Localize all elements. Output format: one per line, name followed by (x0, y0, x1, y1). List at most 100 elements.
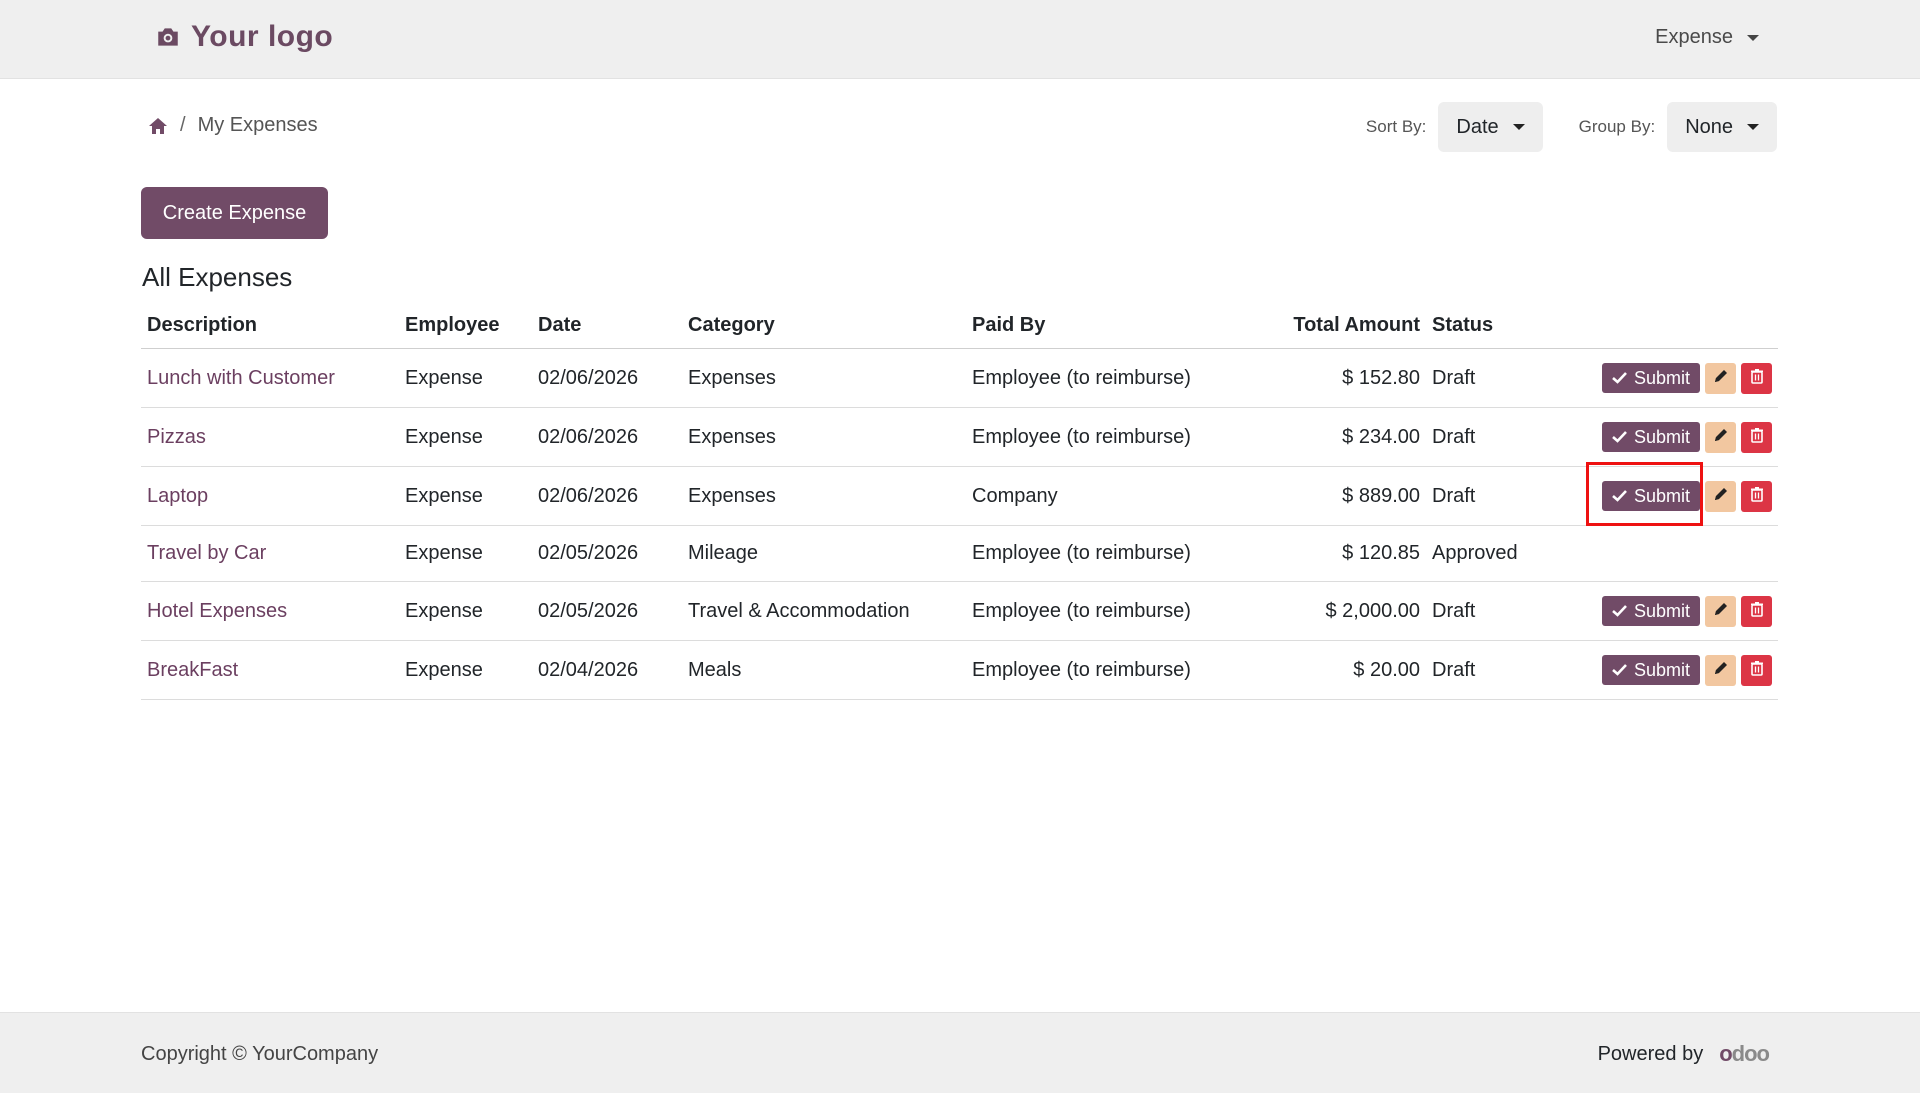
submit-label: Submit (1633, 600, 1690, 621)
edit-button[interactable] (1705, 654, 1736, 686)
expense-description-link[interactable]: BreakFast (147, 659, 238, 681)
submit-button[interactable]: Submit (1601, 422, 1700, 452)
section-title: All Expenses (142, 262, 293, 292)
sort-by-value: Date (1456, 115, 1499, 138)
submit-label: Submit (1633, 659, 1690, 680)
submit-button[interactable]: Submit (1601, 596, 1700, 626)
actions-cell: Submit (1558, 466, 1778, 526)
category-cell: Mileage (682, 525, 966, 582)
check-icon (1612, 486, 1627, 507)
column-header-total-amount: Total Amount (1278, 302, 1426, 349)
actions-cell: Submit (1558, 640, 1778, 700)
breadcrumb-current: My Expenses (197, 114, 318, 136)
submit-label: Submit (1633, 426, 1690, 447)
paid-by-cell: Employee (to reimburse) (966, 640, 1278, 700)
table-row: BreakFast Expense 02/04/2026 Meals Employee … (141, 640, 1778, 700)
employee-cell: Expense (399, 581, 532, 641)
company-logo[interactable]: Your logo (155, 20, 333, 54)
paid-by-cell: Employee (to reimburse) (966, 407, 1278, 467)
employee-cell: Expense (399, 525, 532, 582)
employee-cell: Expense (399, 466, 532, 526)
table-row: Travel by Car Expense 02/05/2026 Mileage Emp… (141, 525, 1778, 582)
date-cell: 02/06/2026 (532, 407, 682, 467)
delete-button[interactable] (1741, 362, 1772, 394)
delete-button[interactable] (1741, 654, 1772, 686)
column-header-employee: Employee (399, 302, 532, 349)
expense-menu-dropdown[interactable]: Expense (1655, 26, 1759, 49)
status-cell: Approved (1426, 525, 1558, 582)
group-by-dropdown[interactable]: None (1667, 102, 1777, 152)
column-header-actions (1558, 302, 1778, 349)
trash-icon (1749, 659, 1765, 682)
delete-button[interactable] (1741, 595, 1772, 627)
paid-by-cell: Company (966, 466, 1278, 526)
create-expense-button[interactable]: Create Expense (141, 187, 328, 239)
total-amount-cell: $ 2,000.00 (1278, 581, 1426, 641)
employee-cell: Expense (399, 407, 532, 467)
sort-by-label: Sort By: (1365, 117, 1427, 136)
delete-button[interactable] (1741, 480, 1772, 512)
powered-by-label: Powered by (1597, 1042, 1704, 1065)
submit-label: Submit (1633, 367, 1690, 388)
check-icon (1612, 660, 1627, 681)
sort-by-dropdown[interactable]: Date (1438, 102, 1543, 152)
column-header-paid-by: Paid By (966, 302, 1278, 349)
actions-cell: Submit (1558, 348, 1778, 408)
actions-cell: Submit (1558, 407, 1778, 467)
pencil-icon (1713, 659, 1729, 682)
trash-icon (1749, 600, 1765, 623)
date-cell: 02/04/2026 (532, 640, 682, 700)
table-row: Pizzas Expense 02/06/2026 Expenses Employee … (141, 407, 1778, 467)
expense-menu-label: Expense (1655, 26, 1733, 48)
table-header-row: Description Employee Date Category Paid … (141, 302, 1778, 349)
pencil-icon (1713, 367, 1729, 390)
expense-description-link[interactable]: Hotel Expenses (147, 600, 287, 622)
date-cell: 02/06/2026 (532, 348, 682, 408)
expense-description-link[interactable]: Laptop (147, 485, 208, 507)
pencil-icon (1713, 600, 1729, 623)
submit-button[interactable]: Submit (1601, 481, 1700, 511)
category-cell: Expenses (682, 348, 966, 408)
check-icon (1612, 368, 1627, 389)
trash-icon (1749, 367, 1765, 390)
actions-cell (1558, 525, 1778, 582)
footer: Copyright © YourCompany Powered by odoo (0, 1012, 1920, 1093)
column-header-category: Category (682, 302, 966, 349)
paid-by-cell: Employee (to reimburse) (966, 348, 1278, 408)
expense-description-link[interactable]: Travel by Car (147, 542, 266, 564)
submit-button[interactable]: Submit (1601, 363, 1700, 393)
submit-label: Submit (1633, 485, 1690, 506)
check-icon (1612, 601, 1627, 622)
trash-icon (1749, 426, 1765, 449)
expense-description-link[interactable]: Pizzas (147, 426, 206, 448)
total-amount-cell: $ 120.85 (1278, 525, 1426, 582)
total-amount-cell: $ 889.00 (1278, 466, 1426, 526)
status-cell: Draft (1426, 407, 1558, 467)
total-amount-cell: $ 234.00 (1278, 407, 1426, 467)
category-cell: Meals (682, 640, 966, 700)
group-by-label: Group By: (1578, 117, 1656, 136)
table-row: Hotel Expenses Expense 02/05/2026 Travel & … (141, 581, 1778, 641)
edit-button[interactable] (1705, 480, 1736, 512)
sort-group-controls: Sort By: Date Group By: None (1366, 102, 1777, 152)
top-navbar: Your logo Expense (0, 0, 1920, 79)
status-cell: Draft (1426, 640, 1558, 700)
submit-button[interactable]: Submit (1601, 655, 1700, 685)
edit-button[interactable] (1705, 595, 1736, 627)
date-cell: 02/05/2026 (532, 581, 682, 641)
date-cell: 02/06/2026 (532, 466, 682, 526)
odoo-logo[interactable]: odoo (1719, 1041, 1770, 1067)
column-header-date: Date (532, 302, 682, 349)
edit-button[interactable] (1705, 362, 1736, 394)
edit-button[interactable] (1705, 421, 1736, 453)
column-header-description: Description (141, 302, 399, 349)
employee-cell: Expense (399, 348, 532, 408)
check-icon (1612, 427, 1627, 448)
home-icon[interactable] (148, 117, 168, 135)
category-cell: Expenses (682, 407, 966, 467)
camera-icon (158, 28, 178, 46)
expense-description-link[interactable]: Lunch with Customer (147, 367, 335, 389)
delete-button[interactable] (1741, 421, 1772, 453)
status-cell: Draft (1426, 348, 1558, 408)
actions-cell: Submit (1558, 581, 1778, 641)
